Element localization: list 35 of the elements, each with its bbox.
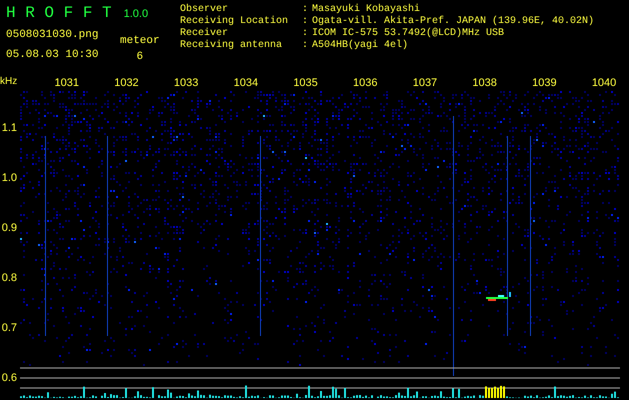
info-separator: : bbox=[302, 16, 310, 28]
info-label: Observer bbox=[180, 4, 230, 16]
x-axis-label: 1036 bbox=[353, 77, 378, 89]
info-separator: : bbox=[302, 4, 310, 16]
info-separator: : bbox=[302, 28, 310, 40]
info-value: ICOM IC-575 53.7492(@LCD)MHz USB bbox=[312, 28, 504, 40]
info-value: A504HB(yagi 4el) bbox=[312, 40, 408, 52]
info-value: Ogata-vill. Akita-Pref. JAPAN (139.96E, 40.02N) bbox=[312, 16, 594, 28]
y-axis-unit: kHz bbox=[0, 76, 18, 88]
x-axis-label: 1035 bbox=[293, 77, 318, 89]
app-version: 1.0.0 bbox=[124, 7, 148, 22]
info-separator: : bbox=[302, 40, 310, 52]
meteor-count-label: meteor bbox=[120, 34, 160, 48]
y-axis-label: 0.9 bbox=[2, 222, 17, 234]
x-axis-label: 1032 bbox=[114, 77, 139, 89]
x-axis-label: 1040 bbox=[592, 77, 616, 89]
y-axis-label: 0.6 bbox=[2, 372, 17, 384]
y-axis-label: 1.1 bbox=[2, 122, 17, 134]
info-value: Masayuki Kobayashi bbox=[312, 4, 420, 16]
y-axis-label: 1.0 bbox=[2, 172, 17, 184]
info-label: Receiving Location bbox=[180, 16, 290, 28]
info-label: Receiving antenna bbox=[180, 40, 284, 52]
x-axis-label: 1033 bbox=[174, 77, 198, 89]
y-axis-label: 0.7 bbox=[2, 322, 17, 334]
x-axis-label: 1031 bbox=[54, 77, 79, 89]
meteor-count: 6 bbox=[136, 50, 144, 64]
x-axis-label: 1037 bbox=[412, 77, 438, 89]
x-axis-label: 1039 bbox=[532, 77, 557, 89]
x-axis-label: 1038 bbox=[472, 77, 497, 89]
app-title: H R O F F T bbox=[6, 4, 112, 22]
info-label: Receiver bbox=[180, 28, 230, 40]
x-axis-label: 1034 bbox=[234, 77, 258, 89]
timestamp: 05.08.03 10:30 bbox=[6, 48, 100, 62]
file-name: 0508031030.png bbox=[6, 28, 100, 42]
y-axis-label: 0.8 bbox=[2, 272, 17, 284]
